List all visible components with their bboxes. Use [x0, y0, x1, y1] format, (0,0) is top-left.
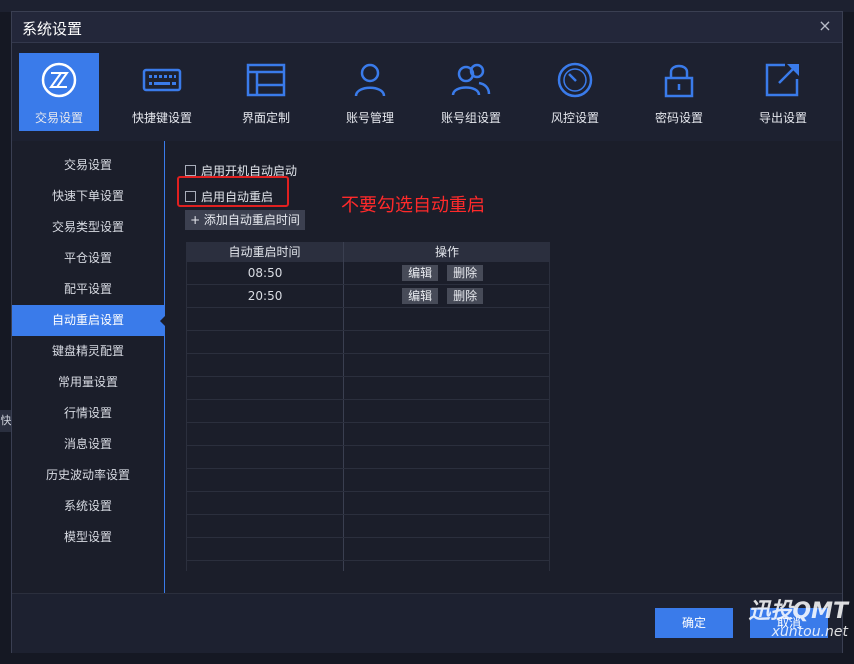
column-header-time: 自动重启时间 [186, 242, 344, 262]
empty-row [187, 354, 549, 377]
empty-row [187, 331, 549, 354]
sidebar-item-trade-settings[interactable]: 交易设置 [12, 150, 164, 181]
dialog-footer: 确定 取消 [12, 593, 842, 653]
tab-trade-settings[interactable]: 交易设置 [19, 53, 99, 131]
empty-row [187, 446, 549, 469]
tab-hotkey-settings[interactable]: 快捷键设置 [122, 53, 202, 131]
column-header-actions: 操作 [434, 245, 459, 259]
auto-restart-panel: 启用开机自动启动 启用自动重启 不要勾选自动重启 + 添加自动重启时间 自动重启… [165, 141, 842, 593]
tab-label: 界面定制 [241, 111, 290, 125]
restart-time-cell: 20:50 [187, 285, 345, 307]
dialog-title: 系统设置 [22, 20, 83, 38]
table-body: 08:50 编辑 删除 20:50 编辑 删除 [186, 262, 550, 571]
confirm-button[interactable]: 确定 [655, 608, 733, 638]
tab-label: 快捷键设置 [131, 111, 192, 125]
trade-icon [41, 62, 77, 98]
layout-icon [246, 63, 286, 97]
checkbox-icon[interactable] [185, 165, 196, 176]
user-group-icon [451, 63, 491, 96]
edit-button[interactable]: 编辑 [402, 265, 439, 281]
actions-cell: 编辑 删除 [344, 262, 549, 284]
user-icon [354, 63, 386, 97]
cancel-button[interactable]: 取消 [750, 608, 828, 638]
tab-label: 交易设置 [34, 111, 83, 125]
empty-row [187, 423, 549, 446]
tab-risk-control-settings[interactable]: 风控设置 [535, 53, 615, 131]
tab-ui-customize[interactable]: 界面定制 [226, 53, 306, 131]
tab-label: 导出设置 [758, 111, 807, 125]
empty-row [187, 308, 549, 331]
sidebar-item-model[interactable]: 模型设置 [12, 522, 164, 553]
close-icon[interactable]: × [816, 17, 834, 35]
empty-row [187, 400, 549, 423]
settings-sidebar: 交易设置 快速下单设置 交易类型设置 平仓设置 配平设置 自动重启设置 键盘精灵… [12, 141, 165, 593]
add-restart-time-button[interactable]: + 添加自动重启时间 [185, 210, 305, 230]
lock-icon [664, 64, 694, 98]
empty-row [187, 469, 549, 492]
sidebar-item-auto-restart[interactable]: 自动重启设置 [12, 305, 165, 336]
tab-password-settings[interactable]: 密码设置 [639, 53, 719, 131]
actions-cell: 编辑 删除 [344, 285, 549, 307]
gauge-icon [557, 62, 593, 98]
restart-time-cell: 08:50 [187, 262, 345, 284]
table-header: 自动重启时间 操作 [186, 242, 550, 262]
empty-row [187, 492, 549, 515]
table-row: 20:50 编辑 删除 [187, 285, 549, 308]
tab-account-group-settings[interactable]: 账号组设置 [431, 53, 511, 131]
export-icon [765, 63, 799, 97]
restart-time-table: 自动重启时间 操作 08:50 编辑 删除 20:50 编辑 删除 [186, 242, 550, 571]
tab-export-settings[interactable]: 导出设置 [743, 53, 823, 131]
delete-button[interactable]: 删除 [447, 288, 484, 304]
title-bar: 系统设置 × [12, 12, 842, 43]
table-row: 08:50 编辑 删除 [187, 262, 549, 285]
sidebar-item-common-quantity[interactable]: 常用量设置 [12, 367, 164, 398]
sidebar-item-message[interactable]: 消息设置 [12, 429, 164, 460]
tab-account-management[interactable]: 账号管理 [330, 53, 410, 131]
tab-label: 风控设置 [550, 111, 599, 125]
empty-row [187, 538, 549, 561]
tab-label: 账号管理 [345, 111, 394, 125]
sidebar-item-balancing[interactable]: 配平设置 [12, 274, 164, 305]
empty-row [187, 561, 549, 571]
system-settings-dialog: 系统设置 × 交易设置 快捷键设置 界面定制 账号管理 账号组设置 风控设置 密… [11, 11, 843, 653]
red-highlight-box [177, 176, 289, 207]
delete-button[interactable]: 删除 [447, 265, 484, 281]
edit-button[interactable]: 编辑 [402, 288, 439, 304]
sidebar-item-trade-type[interactable]: 交易类型设置 [12, 212, 164, 243]
sidebar-item-historical-volatility[interactable]: 历史波动率设置 [12, 460, 164, 491]
sidebar-item-close-position[interactable]: 平仓设置 [12, 243, 164, 274]
settings-category-toolbar: 交易设置 快捷键设置 界面定制 账号管理 账号组设置 风控设置 密码设置 导出设… [12, 43, 842, 141]
tab-label: 密码设置 [654, 111, 703, 125]
tab-label: 账号组设置 [440, 111, 501, 125]
sidebar-item-keyboard-wizard[interactable]: 键盘精灵配置 [12, 336, 164, 367]
empty-row [187, 377, 549, 400]
empty-row [187, 515, 549, 538]
sidebar-item-quick-order[interactable]: 快速下单设置 [12, 181, 164, 212]
sidebar-item-system[interactable]: 系统设置 [12, 491, 164, 522]
annotation-text: 不要勾选自动重启 [341, 195, 485, 216]
keyboard-icon [142, 68, 182, 92]
sidebar-item-market-data[interactable]: 行情设置 [12, 398, 164, 429]
